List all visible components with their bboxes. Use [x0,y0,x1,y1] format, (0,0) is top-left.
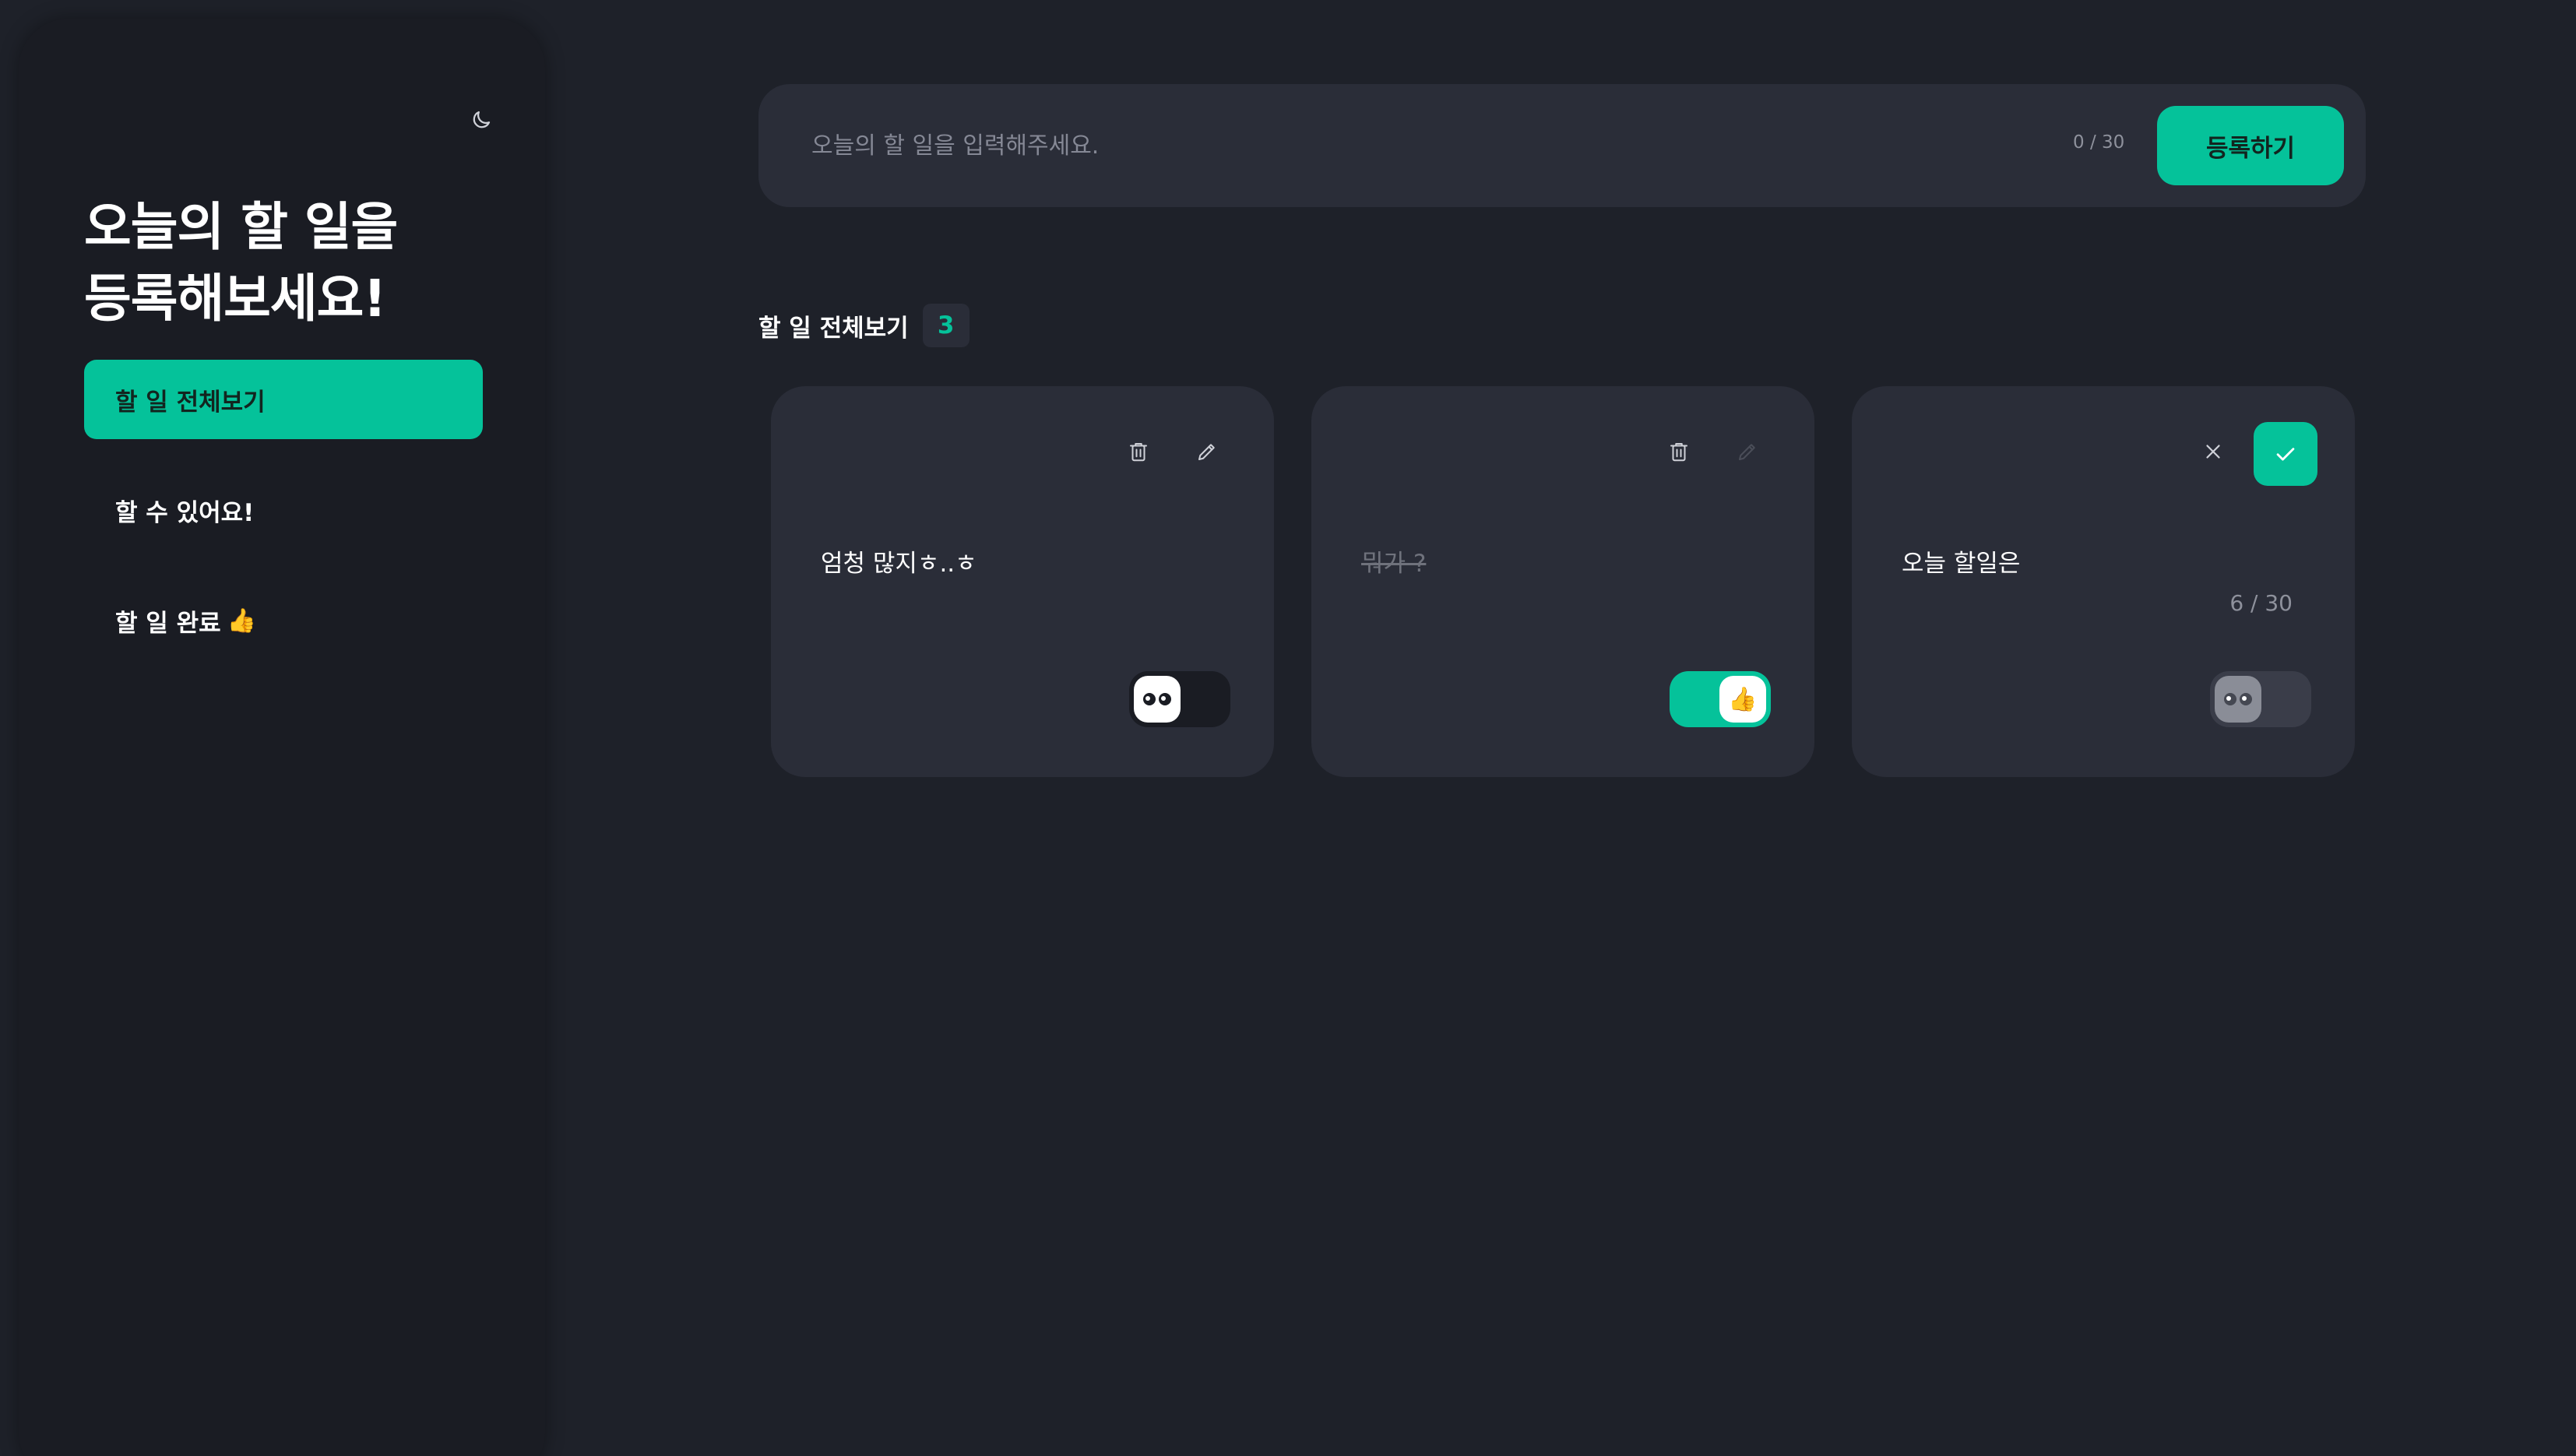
app-root: 오늘의 할 일을 등록해보세요! 할 일 전체보기 할 수 있어요! 할 일 완… [0,0,2576,1456]
todo-input-bar: 0 / 30 등록하기 [758,84,2366,207]
todo-done-toggle [2210,671,2311,727]
edit-button[interactable] [1185,430,1229,473]
todo-done-toggle[interactable] [1129,671,1230,727]
todo-input[interactable] [811,118,1980,173]
todo-card-editing: 6 / 30 [1852,386,2355,777]
section-header: 할 일 전체보기 3 [758,304,970,347]
delete-button[interactable] [1117,430,1160,473]
nav-item-label: 할 일 완료 [115,609,221,638]
todo-text: 뭐가 ? [1361,550,1427,578]
nav-item-label: 할 일 전체보기 [115,388,266,417]
page-title: 오늘의 할 일을 등록해보세요! [84,192,398,335]
title-line-2: 등록해보세요! [84,269,386,329]
trash-icon [1130,443,1147,462]
section-title: 할 일 전체보기 [758,314,909,343]
todo-card: 뭐가 ? 👍 [1311,386,1814,777]
eyes-icon [2215,676,2261,723]
sidebar: 오늘의 할 일을 등록해보세요! 할 일 전체보기 할 수 있어요! 할 일 완… [19,19,545,1456]
close-icon [2206,445,2220,459]
input-char-count: 0 / 30 [2073,132,2125,153]
todo-count-badge: 3 [922,304,970,347]
nav-item-label: 할 수 있어요! [115,498,255,527]
trash-icon [1670,443,1687,462]
theme-toggle-button[interactable] [459,98,503,142]
todo-text: 엄청 많지ㅎ..ㅎ [821,550,977,578]
edit-todo-input[interactable] [1902,539,2307,582]
cancel-edit-button[interactable] [2191,430,2235,473]
delete-button[interactable] [1657,430,1701,473]
eyes-icon [1134,676,1181,723]
edit-button-disabled [1726,430,1769,473]
thumbs-up-icon: 👍 [227,607,257,635]
confirm-edit-button[interactable] [2254,422,2317,486]
title-line-1: 오늘의 할 일을 [84,197,398,257]
nav-item-done[interactable]: 할 일 완료 👍 [84,581,483,660]
moon-icon [473,111,491,128]
sidebar-nav: 할 일 전체보기 할 수 있어요! 할 일 완료 👍 [84,360,483,691]
nav-item-todo[interactable]: 할 수 있어요! [84,470,483,550]
todo-done-toggle[interactable]: 👍 [1670,671,1771,727]
nav-item-all[interactable]: 할 일 전체보기 [84,360,483,439]
todo-card: 엄청 많지ㅎ..ㅎ [771,386,1274,777]
check-icon [2276,448,2295,461]
submit-button[interactable]: 등록하기 [2157,106,2344,185]
thumbs-up-icon: 👍 [1719,676,1766,723]
edit-char-count: 6 / 30 [2229,590,2293,616]
pencil-icon [1198,444,1215,460]
pencil-icon [1739,444,1755,460]
